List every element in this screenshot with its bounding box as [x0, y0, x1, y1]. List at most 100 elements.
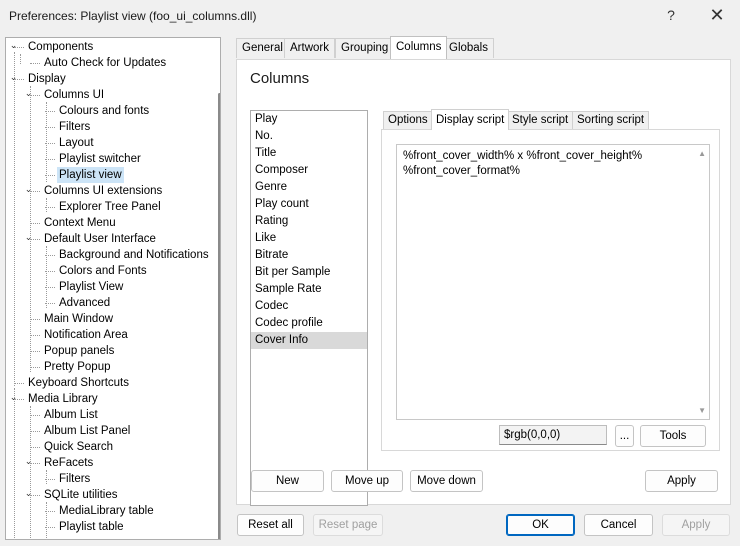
tree-item[interactable]: Colours and fonts [59, 103, 149, 119]
color-value-field[interactable]: $rgb(0,0,0) [499, 425, 607, 445]
tree-expand-chevron-icon[interactable]: ⌄ [9, 69, 18, 85]
tree-item[interactable]: Media Library [28, 391, 98, 407]
preferences-tree[interactable]: Components ⌄ Auto Check for Updates Display… [5, 37, 221, 540]
tree-expand-chevron-icon[interactable]: ⌄ [9, 389, 18, 405]
tab-artwork[interactable]: Artwork [284, 38, 335, 58]
tree-scrollbar[interactable] [218, 93, 220, 539]
script-line: %front_cover_format% [403, 165, 520, 177]
column-list-item[interactable]: Title [251, 145, 367, 162]
tree-guide [45, 479, 55, 480]
tree-item[interactable]: Advanced [59, 295, 110, 311]
help-button[interactable]: ? [648, 0, 694, 32]
column-list-item[interactable]: Composer [251, 162, 367, 179]
tree-item[interactable]: Layout [59, 135, 94, 151]
column-list-item[interactable]: Bit per Sample [251, 264, 367, 281]
tab-display-script[interactable]: Display script [431, 109, 510, 130]
tree-expand-chevron-icon[interactable]: ⌄ [24, 485, 33, 501]
tree-expand-chevron-icon[interactable]: ⌄ [24, 229, 33, 245]
column-list-item[interactable]: Genre [251, 179, 367, 196]
tree-guide [30, 351, 40, 352]
tab-style-script[interactable]: Style script [507, 111, 574, 129]
tree-guide [30, 463, 40, 464]
column-list-item[interactable]: Play [251, 111, 367, 128]
tree-guide [46, 102, 47, 182]
tree-item[interactable]: Album List [44, 407, 98, 423]
tree-item[interactable]: Keyboard Shortcuts [28, 375, 129, 391]
ok-button[interactable]: OK [506, 514, 575, 536]
tree-item[interactable]: ReFacets [44, 455, 93, 471]
tree-item[interactable]: Columns UI [44, 87, 104, 103]
close-button[interactable]: ✕ [694, 0, 740, 32]
tab-options[interactable]: Options [383, 111, 433, 129]
tree-expand-chevron-icon[interactable]: ⌄ [24, 181, 33, 197]
tree-expand-chevron-icon[interactable]: ⌄ [24, 453, 33, 469]
tree-guide [45, 271, 55, 272]
apply-columns-button[interactable]: Apply [645, 470, 718, 492]
tab-sorting-script[interactable]: Sorting script [572, 111, 650, 129]
tree-item[interactable]: Playlist table [59, 519, 124, 535]
tree-guide [46, 470, 47, 484]
tab-general[interactable]: General [236, 38, 289, 58]
cancel-button[interactable]: Cancel [584, 514, 653, 536]
tree-item[interactable]: Notification Area [44, 327, 128, 343]
tree-guide [30, 367, 40, 368]
tree-item[interactable]: Main Window [44, 311, 113, 327]
tree-guide [14, 399, 24, 400]
tree-guide [45, 255, 55, 256]
column-list-item[interactable]: Codec [251, 298, 367, 315]
tree-item[interactable]: Filters [59, 471, 90, 487]
reset-page-button[interactable]: Reset page [313, 514, 383, 536]
tree-item[interactable]: Filters [59, 119, 90, 135]
column-list-item[interactable]: Rating [251, 213, 367, 230]
column-list-item[interactable]: Cover Info [251, 332, 367, 349]
tree-item[interactable]: Popup panels [44, 343, 114, 359]
new-button[interactable]: New [251, 470, 324, 492]
tab-globals[interactable]: Globals [443, 38, 494, 58]
tab-grouping[interactable]: Grouping [335, 38, 395, 58]
columns-list[interactable]: Play No. Title Composer Genre Play count Ratin… [250, 110, 368, 506]
tree-guide [45, 127, 55, 128]
column-list-item[interactable]: Bitrate [251, 247, 367, 264]
tree-item[interactable]: Playlist switcher [59, 151, 141, 167]
column-list-item[interactable]: Sample Rate [251, 281, 367, 298]
tree-item[interactable]: Columns UI extensions [44, 183, 162, 199]
tree-item[interactable]: Components [28, 39, 93, 55]
tree-expand-chevron-icon[interactable]: ⌄ [9, 38, 18, 53]
tree-item[interactable]: Display [28, 71, 66, 87]
tree-guide [45, 111, 55, 112]
tree-guide [30, 495, 40, 496]
tree-item[interactable]: Playlist view [57, 167, 124, 183]
tree-guide [46, 198, 47, 212]
tree-item[interactable]: Colors and Fonts [59, 263, 147, 279]
color-picker-button[interactable]: ... [615, 425, 634, 447]
column-list-item[interactable]: Codec profile [251, 315, 367, 332]
tree-item[interactable]: Context Menu [44, 215, 116, 231]
tools-button[interactable]: Tools [640, 425, 706, 447]
tree-item[interactable]: MediaLibrary table [59, 503, 154, 519]
tree-item[interactable]: Playlist View [59, 279, 123, 295]
tree-item[interactable]: Quick Search [44, 439, 113, 455]
tree-item[interactable]: Explorer Tree Panel [59, 199, 161, 215]
tree-expand-chevron-icon[interactable]: ⌄ [24, 85, 33, 101]
reset-all-button[interactable]: Reset all [237, 514, 304, 536]
tree-item[interactable]: Background and Notifications [59, 247, 209, 263]
script-editor[interactable]: %front_cover_width% x %front_cover_heigh… [396, 144, 710, 420]
column-list-item[interactable]: No. [251, 128, 367, 145]
script-line: %front_cover_width% x %front_cover_heigh… [403, 150, 643, 162]
tree-item[interactable]: Pretty Popup [44, 359, 110, 375]
move-down-button[interactable]: Move down [410, 470, 483, 492]
move-up-button[interactable]: Move up [331, 470, 403, 492]
tree-item[interactable]: Default User Interface [44, 231, 156, 247]
scroll-up-arrow-icon[interactable]: ▲ [698, 149, 706, 158]
tree-guide [45, 303, 55, 304]
tab-columns[interactable]: Columns [390, 36, 448, 59]
column-list-item[interactable]: Like [251, 230, 367, 247]
window-title: Preferences: Playlist view (foo_ui_colum… [9, 9, 257, 23]
tree-guide [14, 79, 24, 80]
column-list-item[interactable]: Play count [251, 196, 367, 213]
apply-button[interactable]: Apply [662, 514, 730, 536]
tree-item[interactable]: SQLite utilities [44, 487, 118, 503]
scroll-down-arrow-icon[interactable]: ▼ [698, 406, 706, 415]
tree-item[interactable]: Album List Panel [44, 423, 130, 439]
tree-item[interactable]: Auto Check for Updates [44, 55, 166, 71]
